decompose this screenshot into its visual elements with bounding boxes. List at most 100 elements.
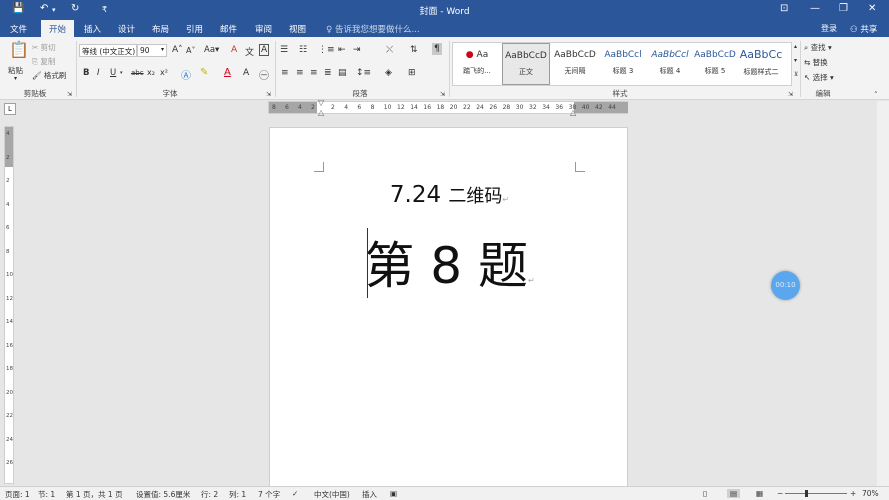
text-effects-icon[interactable]: Ⓐ [181,67,191,82]
tab-insert[interactable]: 插入 [84,23,101,35]
horizontal-ruler[interactable]: 8 6 4 2 2 4 6 8 10 12 14 16 18 20 22 24 26 28 30 32 34 36 38 40… [268,98,628,117]
vertical-scrollbar[interactable] [877,101,889,486]
subscript-button[interactable]: x₂ [147,68,155,77]
document-line-2[interactable]: 第 8 题↵ [270,226,629,298]
show-marks-icon[interactable]: ¶ [432,43,442,55]
align-right-icon[interactable]: ≡ [310,68,318,78]
right-indent-icon[interactable]: △ [570,108,576,118]
status-position[interactable]: 设置值: 5.6厘米 [136,489,190,500]
find-button[interactable]: ⌕ 查找 ▾ [804,42,832,53]
web-layout-icon[interactable]: ▦ [756,489,763,498]
borders-icon[interactable]: ⊞ [408,68,416,78]
status-section[interactable]: 节: 1 [38,489,55,500]
zoom-out-icon[interactable]: − [777,489,783,498]
restore-icon[interactable]: ❐ [839,3,848,14]
underline-button[interactable]: U [110,68,116,78]
status-row[interactable]: 行: 2 [201,489,218,500]
zoom-slider-thumb[interactable] [804,490,808,497]
font-size-box[interactable]: 90 ▾ [137,44,167,57]
tab-references[interactable]: 引用 [186,23,203,35]
share-button[interactable]: ⚇ 共享 [846,21,881,37]
collapse-ribbon-icon[interactable]: ˄ [874,90,878,100]
paragraph-launcher-icon[interactable]: ⇲ [440,90,445,100]
minimize-icon[interactable]: — [810,3,820,14]
close-icon[interactable]: ✕ [868,3,876,14]
zoom-in-icon[interactable]: + [850,489,856,498]
style-item[interactable]: ● Aa 踏飞的... [453,43,501,85]
align-left-icon[interactable]: ≡ [281,68,289,78]
clipboard-launcher-icon[interactable]: ⇲ [67,90,72,100]
styles-launcher-icon[interactable]: ⇲ [788,90,793,100]
style-item[interactable]: AaBbCcD 无间隔 [551,43,599,85]
document-page[interactable]: 7.24 二维码↵ 第 8 题↵ [269,127,628,487]
decrease-indent-icon[interactable]: ⇤ [338,45,346,55]
justify-icon[interactable]: ≣ [324,68,332,78]
tab-selector[interactable]: L [4,103,16,115]
clear-format-button[interactable]: A [231,45,237,55]
first-line-indent-icon[interactable]: ▽ [318,98,324,108]
status-words[interactable]: 7 个字 [258,489,280,500]
shrink-font-button[interactable]: A˅ [186,46,195,55]
align-center-icon[interactable]: ≡ [296,68,304,78]
grow-font-button[interactable]: A˄ [172,45,183,55]
cut-button[interactable]: ✂ 剪切 [32,42,56,53]
increase-indent-icon[interactable]: ⇥ [353,45,361,55]
font-launcher-icon[interactable]: ⇲ [266,90,271,100]
status-language[interactable]: 中文(中国) [314,489,350,500]
strikethrough-button[interactable]: abc [131,69,144,77]
font-name-box[interactable]: 等线 (中文正文) [79,44,137,57]
document-line-1[interactable]: 7.24 二维码↵ [270,182,629,208]
character-border-button[interactable]: A [259,44,270,56]
zoom-level[interactable]: 70% [862,489,879,498]
phonetic-guide-button[interactable]: 文 [245,45,254,58]
paste-dropdown-icon[interactable]: ▾ [14,75,17,82]
sort-icon[interactable]: ⇅ [410,45,418,55]
superscript-button[interactable]: x² [160,68,168,77]
replace-button[interactable]: ⇆ 替换 [804,57,828,68]
login-link[interactable]: 登录 [821,23,837,34]
hanging-indent-icon[interactable]: △ [318,108,324,118]
styles-scroll-down-icon[interactable]: ▾ [794,56,797,66]
vertical-ruler[interactable]: 4 2 2 4 6 8 10 12 14 16 18 20 22 24 26 [4,126,14,484]
tab-home[interactable]: 开始 [41,20,75,37]
tab-view[interactable]: 视图 [289,23,306,35]
proofing-icon[interactable]: ✓ [292,489,298,498]
tab-file[interactable]: 文件 [10,23,27,35]
tell-me-search[interactable]: ♀ 告诉我您想要做什么... [326,23,420,35]
distributed-icon[interactable]: ▤ [338,68,347,78]
macro-record-icon[interactable]: ▣ [390,489,397,498]
style-item[interactable]: AaBbCcl 标题 4 [646,43,694,85]
change-case-button[interactable]: Aa▾ [204,45,219,55]
read-mode-icon[interactable]: ▯ [703,489,707,498]
shading-icon[interactable]: ◈ [385,68,392,78]
highlight-icon[interactable]: ✎ [200,67,208,78]
tab-mailings[interactable]: 邮件 [220,23,237,35]
ribbon-display-icon[interactable]: ⊡ [780,3,788,14]
style-item[interactable]: AaBbCcD 标题 5 [691,43,739,85]
tab-review[interactable]: 审阅 [255,23,272,35]
tab-design[interactable]: 设计 [118,23,135,35]
styles-more-icon[interactable]: ⊻ [794,70,798,80]
paste-icon[interactable]: 📋 [9,42,29,58]
zoom-slider[interactable] [785,493,847,494]
style-item-selected[interactable]: AaBbCcD 正文 [502,43,550,85]
style-item[interactable]: AaBbCcl 标题 3 [599,43,647,85]
underline-dropdown-icon[interactable]: ▾ [120,70,123,76]
multilevel-list-icon[interactable]: ⋮≡ [318,45,335,55]
italic-button[interactable]: I [97,68,100,78]
enclose-char-icon[interactable]: ㊀ [259,67,269,82]
char-shading-icon[interactable]: A [243,68,249,78]
tab-layout[interactable]: 布局 [152,23,169,35]
copy-button[interactable]: ⎘ 复制 [32,56,55,67]
format-painter-button[interactable]: 🖌 格式刷 [32,70,66,81]
bullets-icon[interactable]: ☰ [280,45,288,55]
status-col[interactable]: 列: 1 [229,489,246,500]
status-insert-mode[interactable]: 插入 [362,489,377,500]
print-layout-icon[interactable]: ▤ [727,489,741,498]
line-spacing-icon[interactable]: ↕≡ [356,68,371,78]
style-item[interactable]: AaBbCc 标题样式二 [737,43,785,85]
status-page[interactable]: 页面: 1 [5,489,30,500]
numbering-icon[interactable]: ☷ [299,45,307,55]
chinese-layout-icon[interactable]: ⤬ [386,45,393,55]
bold-button[interactable]: B [83,68,89,78]
